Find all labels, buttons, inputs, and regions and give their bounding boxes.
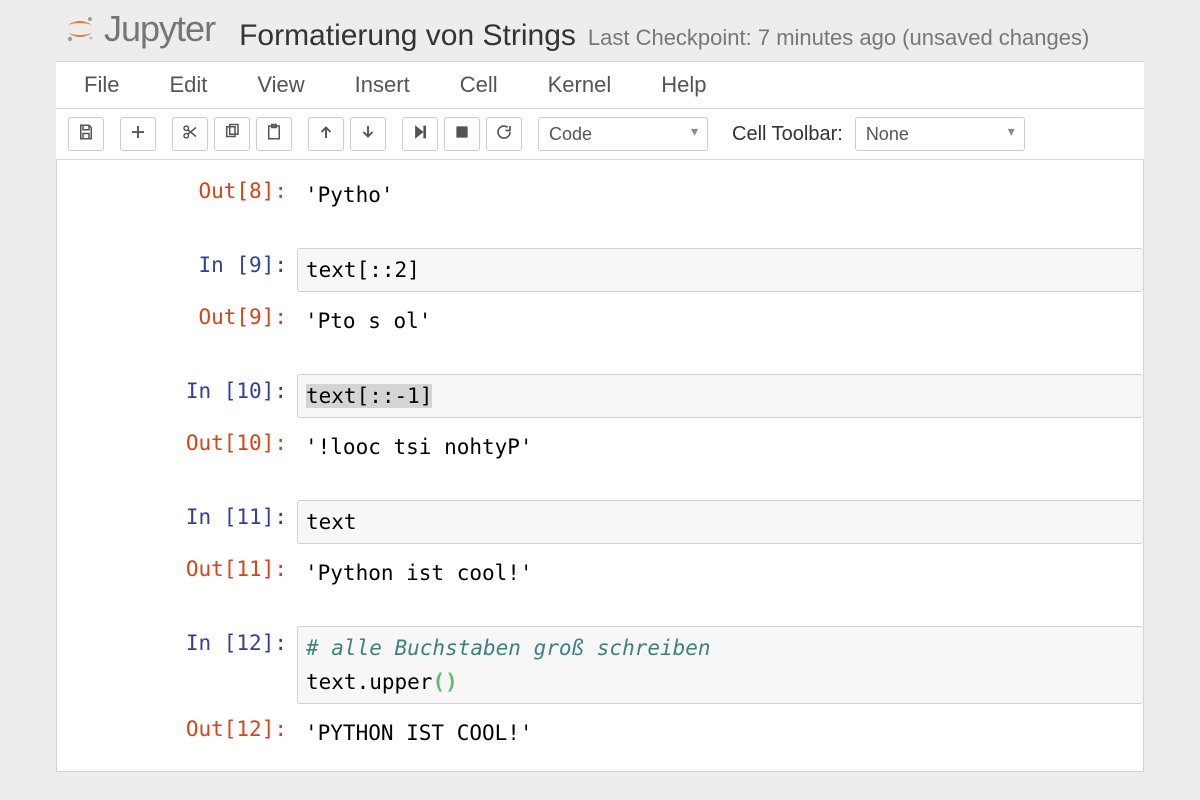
menu-kernel[interactable]: Kernel: [544, 66, 616, 104]
notebook-header: Jupyter Formatierung von Strings Last Ch…: [0, 0, 1200, 61]
add-cell-button[interactable]: [120, 117, 156, 151]
move-down-button[interactable]: [350, 117, 386, 151]
out-prompt: Out[10]:: [57, 426, 297, 460]
out-prompt: Out[8]:: [57, 174, 297, 208]
refresh-icon: [495, 123, 513, 146]
output-text: '!looc tsi nohtyP': [297, 426, 1143, 468]
in-prompt: In [9]:: [57, 248, 297, 282]
stop-icon: [453, 123, 471, 146]
save-icon: [77, 123, 95, 146]
menu-edit[interactable]: Edit: [165, 66, 211, 104]
cell-out: Out[11]: 'Python ist cool!': [57, 548, 1143, 598]
cell-out: Out[12]: 'PYTHON IST COOL!': [57, 708, 1143, 758]
code-input[interactable]: text: [297, 500, 1143, 544]
checkpoint-text: Last Checkpoint: 7 minutes ago (unsaved …: [588, 25, 1089, 51]
output-text: 'PYTHON IST COOL!': [297, 712, 1143, 754]
out-prompt: Out[9]:: [57, 300, 297, 334]
save-button[interactable]: [68, 117, 104, 151]
step-forward-icon: [411, 123, 429, 146]
output-text: 'Pytho': [297, 174, 1143, 216]
output-text: 'Python ist cool!': [297, 552, 1143, 594]
cell-in[interactable]: In [11]: text: [57, 496, 1143, 548]
restart-button[interactable]: [486, 117, 522, 151]
arrow-up-icon: [317, 123, 335, 146]
out-prompt: Out[11]:: [57, 552, 297, 586]
paste-button[interactable]: [256, 117, 292, 151]
menu-help[interactable]: Help: [657, 66, 710, 104]
cell-out: Out[8]: 'Pytho': [57, 170, 1143, 220]
cell-type-select[interactable]: Code: [538, 117, 708, 151]
cell-toolbar-select[interactable]: None: [855, 117, 1025, 151]
jupyter-wordmark: Jupyter: [104, 8, 215, 50]
jupyter-icon: [64, 13, 96, 45]
menu-file[interactable]: File: [80, 66, 123, 104]
cut-button[interactable]: [172, 117, 208, 151]
out-prompt: Out[12]:: [57, 712, 297, 746]
menu-insert[interactable]: Insert: [351, 66, 414, 104]
in-prompt: In [10]:: [57, 374, 297, 408]
menu-cell[interactable]: Cell: [456, 66, 502, 104]
jupyter-logo[interactable]: Jupyter: [64, 8, 215, 50]
paste-icon: [265, 123, 283, 146]
scissors-icon: [181, 123, 199, 146]
in-prompt: In [11]:: [57, 500, 297, 534]
cell-toolbar-label: Cell Toolbar:: [732, 123, 843, 146]
menubar: File Edit View Insert Cell Kernel Help: [56, 61, 1144, 109]
interrupt-button[interactable]: [444, 117, 480, 151]
move-up-button[interactable]: [308, 117, 344, 151]
plus-icon: [129, 123, 147, 146]
code-input[interactable]: # alle Buchstaben groß schreibentext.upp…: [297, 626, 1143, 704]
code-input[interactable]: text[::-1]: [297, 374, 1143, 418]
cell-in[interactable]: In [10]: text[::-1]: [57, 370, 1143, 422]
copy-icon: [223, 123, 241, 146]
notebook-area[interactable]: Out[8]: 'Pytho' In [9]: text[::2] Out[9]…: [56, 160, 1144, 772]
code-input[interactable]: text[::2]: [297, 248, 1143, 292]
in-prompt: In [12]:: [57, 626, 297, 660]
cell-in[interactable]: In [12]: # alle Buchstaben groß schreibe…: [57, 622, 1143, 708]
notebook-title[interactable]: Formatierung von Strings: [239, 19, 576, 53]
toolbar: Code Cell Toolbar: None: [56, 109, 1144, 160]
copy-button[interactable]: [214, 117, 250, 151]
cell-in[interactable]: In [9]: text[::2]: [57, 244, 1143, 296]
output-text: 'Pto s ol': [297, 300, 1143, 342]
run-button[interactable]: [402, 117, 438, 151]
title-area: Formatierung von Strings Last Checkpoint…: [239, 19, 1089, 53]
arrow-down-icon: [359, 123, 377, 146]
cell-out: Out[10]: '!looc tsi nohtyP': [57, 422, 1143, 472]
menu-view[interactable]: View: [253, 66, 308, 104]
cell-out: Out[9]: 'Pto s ol': [57, 296, 1143, 346]
